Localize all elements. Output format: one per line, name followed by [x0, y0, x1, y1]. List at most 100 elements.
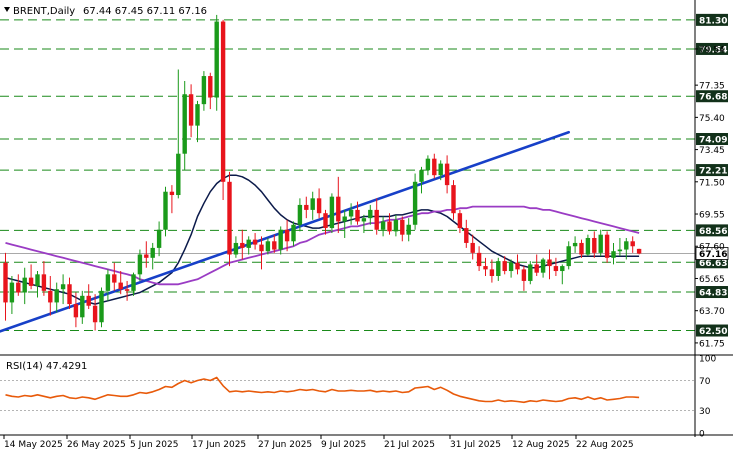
candle-body	[310, 198, 315, 210]
candle-body	[329, 196, 335, 229]
time-tick-label: 14 May 2025	[4, 440, 63, 450]
time-tick-label: 21 Jul 2025	[384, 440, 435, 450]
chart-background	[0, 0, 733, 455]
level-badge-label: 66.63	[699, 259, 727, 269]
candle-body	[368, 209, 373, 219]
candle-body	[342, 216, 347, 222]
candle-body	[220, 21, 226, 182]
time-tick-label: 22 Aug 2025	[576, 440, 634, 450]
candle-body	[54, 289, 59, 303]
candle-body	[528, 264, 533, 281]
candle-body	[48, 290, 53, 303]
candle-body	[9, 282, 15, 303]
price-tick-label: 71.50	[699, 178, 725, 188]
candle-body	[432, 158, 437, 176]
level-badge-label: 68.56	[699, 227, 727, 237]
candle-body	[598, 234, 603, 253]
candle-body	[252, 239, 258, 245]
price-tick-label: 75.40	[699, 114, 725, 124]
price-tick-label: 65.65	[699, 275, 725, 285]
candle-body	[419, 170, 424, 182]
candle-body	[137, 254, 143, 275]
candle-body	[585, 237, 591, 255]
candle-body	[521, 269, 527, 281]
candle-body	[451, 185, 456, 214]
candle-body	[393, 219, 399, 232]
price-tick-label: 79.54	[699, 45, 725, 55]
candle[interactable]	[227, 171, 232, 267]
candle-body	[272, 241, 277, 250]
candle[interactable]	[528, 261, 533, 285]
candle-body	[150, 247, 155, 258]
candle-body	[265, 241, 271, 252]
candle[interactable]	[99, 287, 104, 328]
candle-body	[348, 209, 354, 217]
candle-body	[406, 224, 411, 235]
candle-body	[470, 242, 475, 253]
candle-body	[67, 284, 72, 305]
chart-ohlc: 67.44 67.45 67.11 67.16	[83, 6, 207, 17]
candle-body	[80, 295, 85, 318]
candle-body	[412, 181, 418, 225]
rsi-tick-label: 0	[699, 430, 705, 440]
candle-body	[233, 242, 239, 255]
candle[interactable]	[412, 173, 418, 230]
candle-body	[560, 266, 565, 272]
candle-body	[355, 209, 360, 222]
price-tick-label: 69.55	[699, 211, 725, 221]
candle[interactable]	[220, 19, 226, 200]
candle-body	[540, 259, 546, 273]
candle[interactable]	[329, 193, 335, 234]
candle-body	[624, 241, 629, 250]
candle-body	[515, 262, 520, 270]
candle-body	[73, 304, 79, 318]
candle-body	[489, 269, 495, 276]
candle-body	[240, 242, 245, 248]
candle[interactable]	[636, 248, 642, 255]
candle-body	[604, 234, 610, 258]
candle-body	[163, 191, 168, 230]
time-tick-label: 17 Jun 2025	[192, 440, 246, 450]
candle-body	[374, 209, 379, 230]
candle-body	[99, 290, 104, 323]
level-badge-label: 62.50	[699, 327, 727, 337]
level-badge-label: 76.68	[699, 93, 727, 103]
candle-body	[201, 76, 207, 105]
price-tick-label: 77.35	[699, 82, 725, 92]
time-tick-label: 9 Jul 2025	[321, 440, 366, 450]
candle-body	[630, 241, 635, 247]
rsi-label: RSI(14) 47.4291	[6, 361, 87, 372]
candle-body	[291, 224, 296, 242]
candle-body	[112, 274, 117, 283]
candle-body	[611, 251, 616, 258]
candle-body	[502, 261, 507, 272]
time-tick-label: 26 May 2025	[67, 440, 126, 450]
candle-body	[336, 196, 341, 222]
price-tick-label: 61.75	[699, 339, 725, 349]
candle[interactable]	[163, 186, 168, 237]
level-badge-label: 81.30	[699, 16, 727, 26]
candle-body	[636, 248, 642, 254]
candle-body	[169, 191, 175, 196]
candle-body	[444, 163, 450, 186]
candle-body	[579, 242, 584, 255]
price-chart[interactable]: 81.30 79.54 76.68 74.09 72.21 68.56 66.63 64.83…	[0, 0, 733, 455]
candle-body	[483, 266, 488, 270]
time-tick-label: 27 Jun 2025	[258, 440, 312, 450]
candle-body	[592, 237, 597, 253]
candle-body	[316, 198, 322, 214]
candle-body	[284, 229, 290, 242]
candle-body	[400, 219, 405, 235]
candle-body	[86, 295, 91, 306]
candle-body	[438, 163, 443, 176]
candle-body	[278, 229, 283, 250]
level-badge-label: 74.09	[699, 136, 727, 146]
candle-body	[124, 289, 130, 291]
candle-body	[227, 181, 232, 255]
candle-body	[380, 221, 386, 230]
candle[interactable]	[214, 14, 219, 111]
candle-body	[131, 274, 136, 291]
candle-body	[553, 266, 559, 272]
candle-body	[188, 94, 194, 126]
candle-body	[3, 262, 8, 303]
